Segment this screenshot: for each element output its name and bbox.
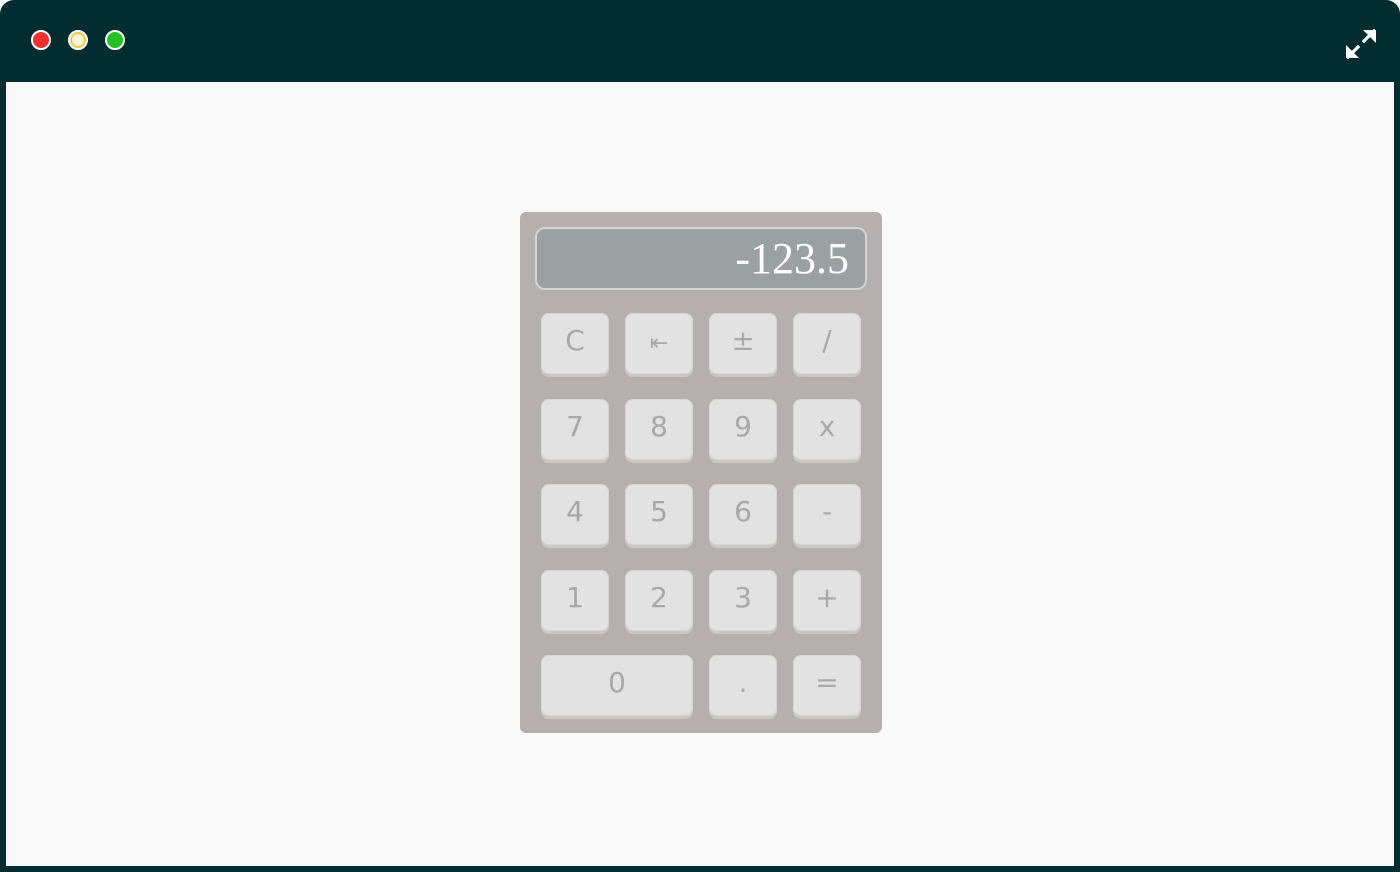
subtract-button[interactable]: - (793, 484, 861, 545)
page-content: -123.5 C ⇤ ± / 7 8 9 x 4 5 6 - 1 2 3 + 0… (6, 82, 1394, 866)
digit-6-button[interactable]: 6 (709, 484, 777, 545)
sign-toggle-button[interactable]: ± (709, 313, 777, 374)
digit-8-button[interactable]: 8 (625, 399, 693, 460)
backspace-button[interactable]: ⇤ (625, 313, 693, 374)
digit-3-button[interactable]: 3 (709, 570, 777, 631)
divide-button[interactable]: / (793, 313, 861, 374)
minimize-button[interactable] (68, 30, 88, 50)
multiply-button[interactable]: x (793, 399, 861, 460)
title-bar (0, 0, 1400, 82)
zoom-button[interactable] (105, 30, 125, 50)
digit-9-button[interactable]: 9 (709, 399, 777, 460)
calculator: -123.5 C ⇤ ± / 7 8 9 x 4 5 6 - 1 2 3 + 0… (520, 212, 882, 733)
close-button[interactable] (31, 30, 51, 50)
calculator-display: -123.5 (535, 227, 867, 290)
clear-button[interactable]: C (541, 313, 609, 374)
backspace-icon: ⇤ (649, 331, 669, 356)
add-button[interactable]: + (793, 570, 861, 631)
digit-5-button[interactable]: 5 (625, 484, 693, 545)
digit-1-button[interactable]: 1 (541, 570, 609, 631)
digit-4-button[interactable]: 4 (541, 484, 609, 545)
digit-0-button[interactable]: 0 (541, 655, 693, 716)
expand-arrows-icon[interactable] (1344, 27, 1378, 61)
decimal-button[interactable]: . (709, 655, 777, 716)
digit-7-button[interactable]: 7 (541, 399, 609, 460)
digit-2-button[interactable]: 2 (625, 570, 693, 631)
app-window: -123.5 C ⇤ ± / 7 8 9 x 4 5 6 - 1 2 3 + 0… (0, 0, 1400, 872)
equals-button[interactable]: = (793, 655, 861, 716)
